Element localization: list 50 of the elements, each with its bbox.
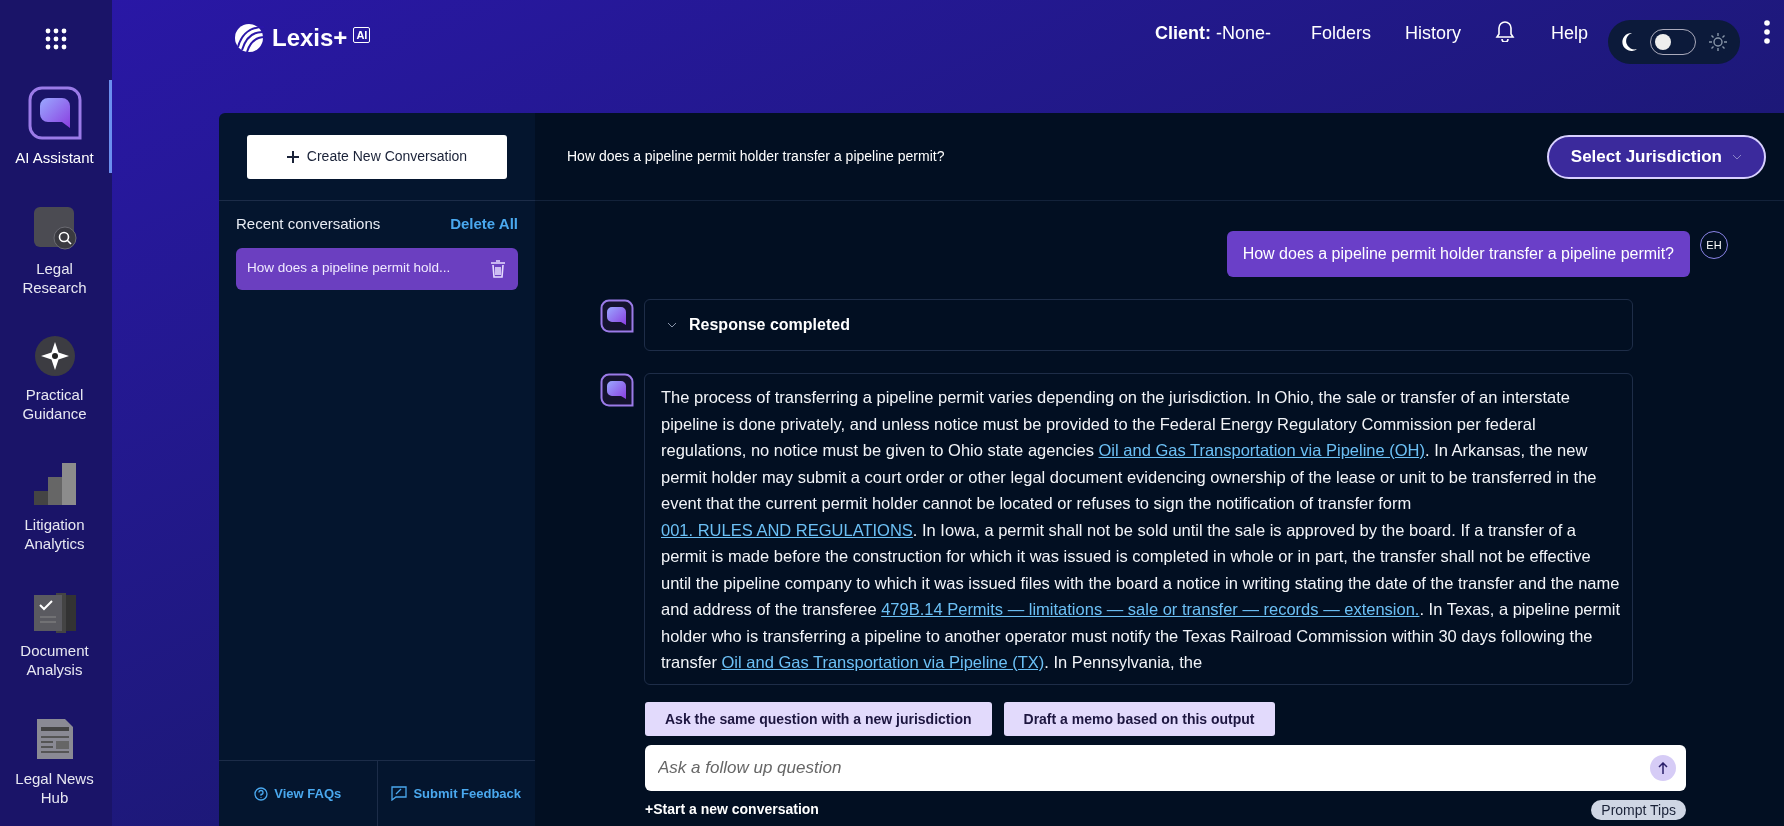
nav-rail-item[interactable]: Legal Research [0,199,112,303]
header-link[interactable]: History [1404,20,1461,47]
conversation-title: How does a pipeline permit holder transfer a pipeline permit? [567,147,945,166]
chat-bubble-icon [27,86,82,140]
create-conversation-button[interactable]: Create New Conversation [247,134,507,179]
assistant-avatar-icon [600,299,634,333]
header-link[interactable]: Folders [1310,20,1371,47]
new-conversation-link[interactable]: +Start a new conversation [645,799,819,820]
select-jurisdiction-button[interactable]: Select Jurisdiction [1546,134,1766,179]
feedback-icon [391,786,408,801]
citation-link[interactable]: 001. RULES AND REGULATIONS [661,520,913,539]
answer-text: The process of transferring a pipeline permit varies depending on the jurisdiction. In Ohio, the sale or transfer of an interstate pipeline is done privately, and unless notice must be provided to the Federal Energy Regulatory Commission per federal regulations, no notice must be given to Ohio state agencies Oil and Gas Transportation via Pipeline (OH). In Arkansas, the new permit holder may submit a court order or other legal document evidencing ownership of the lease or unit to be transferred in the event that the current permit holder cannot be located or refuses to sign the notification of transfer form 001. RULES AND REGULATIONS. In Iowa, a permit shall not be sold until the sale is approved by the board. If a transfer of a permit is made before the construction for which it was issued is completed in whole or in part, the transfer shall not be effective until the pipeline company to which it was issued files with the board a notice in writing stating the date of the transfer and the name and address of the transferee 479B.14 Permits — limitations — sale or transfer — records — extension.. In Texas, a pipeline permit holder who is transferring a pipeline to another operator must notify the Texas Railroad Commission within 30 days following the transfer Oil and Gas Transportation via Pipeline (TX). In Pennsylvania, the [661,387,1620,673]
delete-all-link[interactable]: Delete All [450,213,518,236]
prompt-tips-button[interactable]: Prompt Tips [1591,799,1686,820]
response-status-panel[interactable]: Response completed [644,299,1633,351]
logo-globe-icon [234,23,266,53]
citation-link[interactable]: 479B.14 Permits — limitations — sale or transfer — records — extension. [881,600,1420,618]
nav-rail-item[interactable]: Practical Guidance [0,329,112,429]
nav-rail-item[interactable]: Document Analysis [0,585,112,685]
checked-document-icon [31,591,78,633]
follow-up-field[interactable]: Ask a follow up question [645,745,1686,791]
suggestion-button[interactable]: Ask the same question with a new jurisdiction [645,702,992,736]
plus-icon [286,150,299,163]
moon-icon [1620,32,1638,52]
question-circle-icon [254,786,269,801]
suggestion-button[interactable]: Draft a memo based on this output [1003,702,1275,736]
citation-link[interactable]: Oil and Gas Transportation via Pipeline (OH) [1098,441,1425,459]
nav-rail-item[interactable]: Legal News Hub [0,711,112,813]
client-selector[interactable]: Client: -None- [1154,20,1271,47]
magnifier-card-icon [31,205,78,251]
nav-rail-item[interactable]: AI Assistant [0,80,112,173]
notification-bell-icon[interactable] [1494,20,1515,42]
conversation-item[interactable]: How does a pipeline permit hold... [236,247,518,290]
nav-rail-item[interactable]: Litigation Analytics [0,455,112,559]
citation-link[interactable]: Oil and Gas Transportation via Pipeline (TX) [721,653,1045,671]
user-message: How does a pipeline permit holder transfer a pipeline permit? [1226,231,1690,277]
section-heading: Recent conversations [236,214,381,234]
more-options-icon[interactable] [1764,20,1770,44]
chevron-icon [667,322,677,328]
bar-chart-icon [31,461,78,507]
footer-link[interactable]: View FAQs [219,761,377,826]
assistant-avatar-icon [600,373,634,407]
logo[interactable]: Lexis+ AI [234,20,371,56]
sun-icon [1708,32,1728,52]
chevron-down-icon [1732,153,1742,160]
header-link[interactable]: Help [1550,20,1588,47]
app-grid-icon[interactable] [45,28,67,50]
newspaper-icon [34,717,75,761]
trash-icon[interactable] [490,259,506,278]
arrow-up-icon [1658,762,1668,774]
